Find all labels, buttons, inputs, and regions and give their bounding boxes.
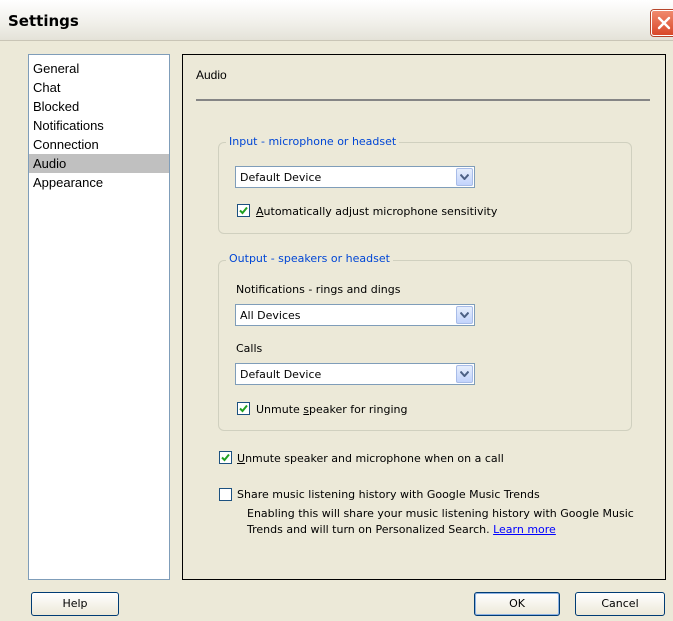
access-key: U — [237, 452, 246, 465]
sidebar-item-notifications[interactable]: Notifications — [29, 116, 169, 135]
output-group-title: Output - speakers or headset — [226, 252, 393, 265]
notifications-device-value: All Devices — [240, 309, 301, 322]
sidebar-item-appearance[interactable]: Appearance — [29, 173, 169, 192]
sidebar-item-blocked[interactable]: Blocked — [29, 97, 169, 116]
label-text: Unmute — [256, 403, 304, 416]
ok-button[interactable]: OK — [474, 592, 560, 616]
checkmark-icon — [239, 404, 248, 413]
input-device-select[interactable]: Default Device — [235, 166, 475, 188]
auto-adjust-mic-checkbox[interactable] — [237, 204, 250, 217]
page-title: Audio — [196, 68, 227, 82]
help-button[interactable]: Help — [31, 592, 119, 616]
dropdown-arrow-button[interactable] — [456, 306, 473, 324]
calls-label: Calls — [236, 342, 263, 355]
learn-more-link[interactable]: Learn more — [493, 523, 556, 536]
sidebar-item-chat[interactable]: Chat — [29, 78, 169, 97]
sidebar-item-general[interactable]: General — [29, 59, 169, 78]
unmute-on-call-label[interactable]: Unmute speaker and microphone when on a … — [237, 452, 504, 465]
input-device-value: Default Device — [240, 171, 322, 184]
dropdown-arrow-button[interactable] — [456, 365, 473, 383]
description-text: Trends and will turn on Personalized Sea… — [247, 523, 490, 536]
notifications-label: Notifications - rings and dings — [236, 283, 401, 296]
label-text: nmute speaker and microphone when on a c… — [245, 452, 504, 465]
unmute-ringing-checkbox[interactable] — [237, 402, 250, 415]
calls-device-value: Default Device — [240, 368, 322, 381]
dropdown-arrow-button[interactable] — [456, 168, 473, 186]
chevron-down-icon — [460, 174, 469, 180]
input-groupbox — [218, 142, 632, 234]
sidebar-item-audio[interactable]: Audio — [29, 154, 169, 173]
cancel-button[interactable]: Cancel — [575, 592, 665, 616]
window-title: Settings — [8, 12, 79, 30]
label-text: utomatically adjust microphone sensitivi… — [263, 205, 498, 218]
title-bar — [0, 0, 673, 41]
chevron-down-icon — [460, 371, 469, 377]
access-key: A — [256, 205, 264, 218]
sidebar-item-connection[interactable]: Connection — [29, 135, 169, 154]
label-text: peaker for ringing — [309, 403, 408, 416]
share-music-description-line2: Trends and will turn on Personalized Sea… — [247, 523, 556, 536]
checkmark-icon — [221, 453, 230, 462]
close-icon — [657, 16, 671, 30]
notifications-device-select[interactable]: All Devices — [235, 304, 475, 326]
close-button[interactable] — [651, 10, 673, 36]
unmute-on-call-checkbox[interactable] — [219, 451, 232, 464]
input-group-title: Input - microphone or headset — [226, 135, 400, 148]
auto-adjust-mic-label[interactable]: Automatically adjust microphone sensitiv… — [256, 205, 497, 218]
calls-device-select[interactable]: Default Device — [235, 363, 475, 385]
unmute-ringing-label[interactable]: Unmute speaker for ringing — [256, 403, 407, 416]
share-music-label[interactable]: Share music listening history with Googl… — [237, 488, 540, 501]
heading-divider — [196, 99, 650, 101]
chevron-down-icon — [460, 312, 469, 318]
checkmark-icon — [239, 206, 248, 215]
share-music-checkbox[interactable] — [219, 488, 232, 501]
share-music-description-line1: Enabling this will share your music list… — [247, 507, 634, 520]
settings-category-list[interactable]: General Chat Blocked Notifications Conne… — [28, 54, 170, 580]
